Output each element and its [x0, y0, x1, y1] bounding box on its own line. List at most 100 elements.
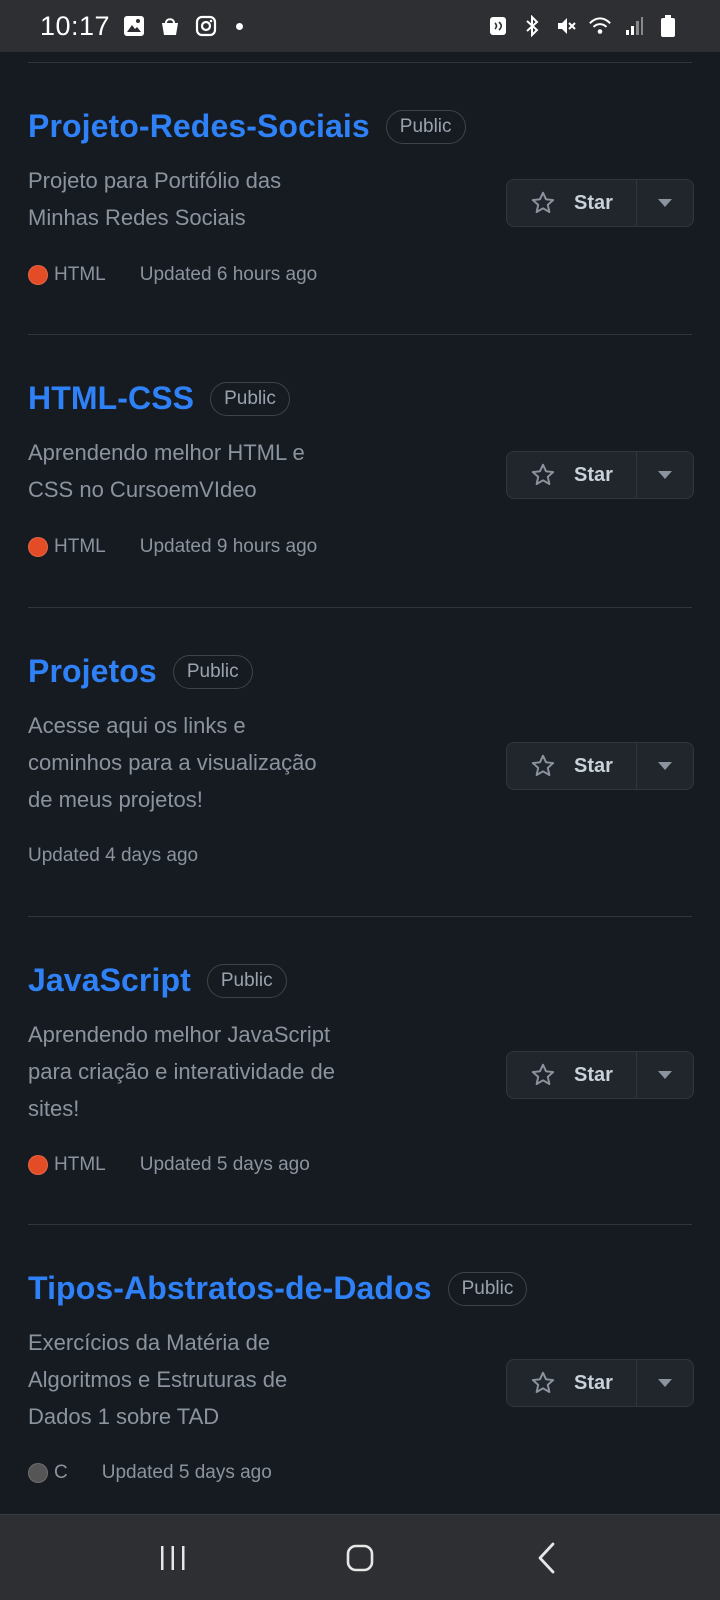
star-label: Star — [574, 1063, 613, 1086]
notification-dot — [236, 22, 244, 30]
language-color-dot — [28, 537, 48, 557]
repo-description: Aprendendo melhor HTML e CSS no CursoemV… — [28, 434, 388, 508]
star-button[interactable]: Star — [507, 743, 637, 789]
status-time: 10:17 — [40, 10, 111, 41]
star-label: Star — [574, 191, 613, 214]
star-icon — [531, 463, 555, 485]
repo-name-link[interactable]: HTML-CSS — [28, 380, 194, 417]
language-color-dot — [28, 265, 48, 285]
description-line: para criação e interatividade de — [28, 1059, 335, 1084]
visibility-badge: Public — [210, 381, 290, 416]
description-line: Dados 1 sobre TAD — [28, 1404, 220, 1429]
star-icon — [531, 754, 555, 776]
description-line: Aprendendo melhor HTML e — [28, 440, 305, 465]
repo-description: Acesse aqui os links e cominhos para a v… — [28, 707, 388, 818]
updated-time: Updated 5 days ago — [101, 1462, 272, 1483]
star-button-group: Star — [506, 451, 694, 499]
repo-meta: HTML Updated 9 hours ago — [28, 536, 317, 558]
divider — [28, 62, 692, 63]
description-line: CSS no CursoemVIdeo — [28, 477, 257, 502]
language-name: HTML — [54, 536, 106, 557]
star-dropdown-button[interactable] — [637, 1360, 693, 1406]
language-color-dot — [28, 1463, 48, 1483]
wifi-icon — [588, 14, 612, 38]
repo-meta: HTML Updated 6 hours ago — [28, 264, 317, 286]
star-button-group: Star — [506, 742, 694, 790]
repo-name-link[interactable]: Tipos-Abstratos-de-Dados — [28, 1270, 432, 1307]
repo-header: Projetos Public — [28, 653, 253, 690]
repo-name-link[interactable]: Projeto-Redes-Sociais — [28, 108, 370, 145]
star-button[interactable]: Star — [507, 1052, 637, 1098]
star-dropdown-button[interactable] — [637, 1052, 693, 1098]
description-line: Exercícios da Matéria de — [28, 1330, 271, 1355]
description-line: de meus projetos! — [28, 787, 203, 812]
gallery-icon — [122, 14, 146, 38]
star-button[interactable]: Star — [507, 452, 637, 498]
repo-description: Exercícios da Matéria de Algoritmos e Es… — [28, 1324, 388, 1435]
language-color-dot — [28, 1155, 48, 1175]
star-label: Star — [574, 463, 613, 486]
visibility-badge: Public — [172, 654, 253, 689]
visibility-badge: Public — [385, 109, 466, 144]
repo-meta: Updated 4 days ago — [28, 845, 198, 867]
nfc-icon — [486, 14, 510, 38]
star-icon — [531, 1371, 555, 1393]
updated-time: Updated 4 days ago — [28, 845, 199, 866]
description-line: Aprendendo melhor JavaScript — [28, 1022, 331, 1047]
chevron-down-icon — [658, 1071, 672, 1079]
star-dropdown-button[interactable] — [637, 452, 693, 498]
bluetooth-icon — [520, 14, 544, 38]
visibility-badge: Public — [447, 1271, 528, 1306]
star-button-group: Star — [506, 179, 694, 227]
star-button-group: Star — [506, 1359, 694, 1407]
repo-header: Projeto-Redes-Sociais Public — [28, 108, 466, 145]
star-button[interactable]: Star — [507, 180, 637, 226]
recent-apps-button[interactable] — [143, 1528, 203, 1588]
repo-header: JavaScript Public — [28, 962, 287, 999]
visibility-badge: Public — [206, 963, 287, 998]
repo-name-link[interactable]: Projetos — [28, 653, 157, 690]
chevron-down-icon — [658, 762, 672, 770]
status-right — [486, 14, 680, 38]
repo-name-link[interactable]: JavaScript — [28, 962, 191, 999]
description-line: Acesse aqui os links e — [28, 713, 246, 738]
repo-header: HTML-CSS Public — [28, 380, 290, 417]
divider — [28, 334, 692, 335]
star-dropdown-button[interactable] — [637, 743, 693, 789]
chevron-down-icon — [658, 1379, 672, 1387]
repo-description: Projeto para Portifólio das Minhas Redes… — [28, 162, 388, 236]
recent-apps-icon — [161, 1545, 185, 1570]
description-line: Projeto para Portifólio das — [28, 168, 282, 193]
repo-description: Aprendendo melhor JavaScript para criaçã… — [28, 1016, 388, 1127]
home-button[interactable] — [330, 1528, 390, 1588]
updated-time: Updated 9 hours ago — [139, 536, 318, 557]
description-line: Minhas Redes Sociais — [28, 205, 246, 230]
home-icon — [346, 1544, 374, 1571]
language-name: C — [54, 1462, 68, 1483]
star-dropdown-button[interactable] — [637, 180, 693, 226]
star-label: Star — [574, 1371, 613, 1394]
repo-list: Projeto-Redes-Sociais Public Projeto par… — [0, 52, 720, 1514]
battery-icon — [656, 14, 680, 38]
repo-header: Tipos-Abstratos-de-Dados Public — [28, 1270, 528, 1307]
language-name: HTML — [54, 264, 106, 285]
star-label: Star — [574, 754, 613, 777]
repo-meta: HTML Updated 5 days ago — [28, 1154, 310, 1176]
updated-time: Updated 6 hours ago — [139, 264, 318, 285]
mute-icon — [554, 14, 578, 38]
star-icon — [531, 1063, 555, 1085]
back-button[interactable] — [517, 1528, 577, 1588]
status-left: 10:17 — [40, 10, 244, 42]
divider — [28, 916, 692, 917]
shopping-bag-icon — [158, 14, 182, 38]
back-icon — [538, 1542, 555, 1573]
star-icon — [531, 191, 555, 213]
chevron-down-icon — [658, 471, 672, 479]
language-name: HTML — [54, 1154, 106, 1175]
divider — [28, 1224, 692, 1225]
signal-icon — [622, 14, 646, 38]
status-bar: 10:17 — [0, 0, 720, 52]
repo-meta: C Updated 5 days ago — [28, 1462, 272, 1484]
chevron-down-icon — [658, 199, 672, 207]
star-button[interactable]: Star — [507, 1360, 637, 1406]
